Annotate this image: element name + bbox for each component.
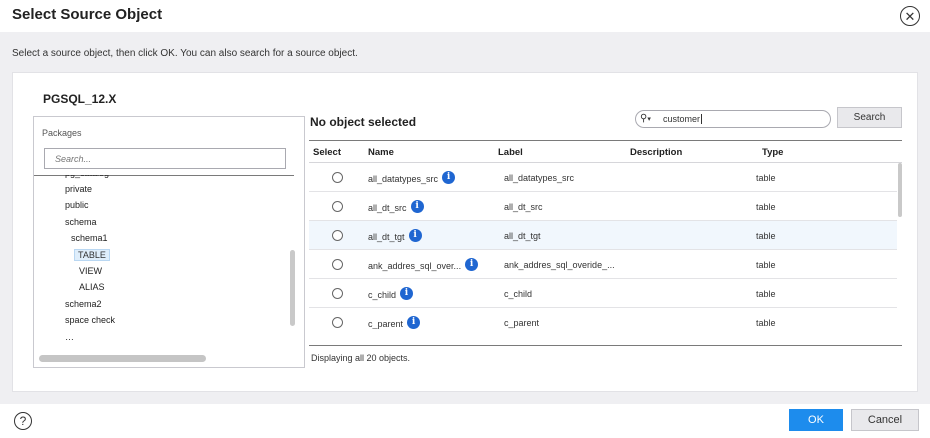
row-type: table [756, 202, 776, 212]
info-icon[interactable]: i [465, 258, 479, 271]
info-icon[interactable]: i [442, 171, 456, 184]
table-body: all_datatypes_src i all_datatypes_src tab… [309, 163, 902, 329]
objects-table: Select Name Label Description Type all_d… [309, 140, 902, 374]
row-label: c_child [504, 289, 533, 299]
row-type: table [756, 318, 776, 328]
row-select-radio[interactable] [332, 201, 343, 212]
selection-status: No object selected [310, 115, 417, 129]
table-vertical-scrollbar[interactable] [898, 163, 902, 217]
help-icon[interactable]: ? [14, 412, 32, 430]
column-header-description[interactable]: Description [630, 147, 682, 158]
row-label: all_dt_tgt [504, 231, 541, 241]
row-name: c_child i [368, 287, 414, 302]
dialog-title: Select Source Object [12, 6, 163, 23]
info-icon[interactable]: i [408, 229, 422, 242]
tree-item[interactable]: private [65, 184, 92, 194]
packages-label: Packages [42, 128, 82, 138]
cancel-button[interactable]: Cancel [851, 409, 919, 431]
tree-item[interactable]: schema1 [71, 233, 108, 243]
info-icon[interactable]: i [410, 200, 424, 213]
tree-horizontal-scrollbar[interactable] [39, 355, 206, 362]
row-type: table [756, 260, 776, 270]
row-type: table [756, 231, 776, 241]
row-label: all_dt_src [504, 202, 543, 212]
content-panel: PGSQL_12.X Packages pg_catalog private p… [12, 72, 918, 392]
column-header-select: Select [313, 147, 341, 158]
search-value: customer [663, 114, 703, 124]
package-tree: Packages pg_catalog private public schem… [33, 116, 305, 368]
info-icon[interactable]: i [400, 287, 414, 300]
row-name-text: c_child [368, 289, 397, 300]
table-row[interactable]: all_datatypes_src i all_datatypes_src tab… [309, 163, 897, 192]
row-type: table [756, 173, 776, 183]
dialog-body: Select a source object, then click OK. Y… [0, 32, 930, 404]
row-select-radio[interactable] [332, 288, 343, 299]
row-type: table [756, 289, 776, 299]
search-button[interactable]: Search [837, 107, 902, 128]
tree-item[interactable]: space check [65, 315, 115, 325]
table-bottom-border [309, 345, 902, 346]
ok-button[interactable]: OK [789, 409, 843, 431]
tree-item[interactable]: ALIAS [79, 282, 105, 292]
tree-item[interactable]: VIEW [79, 266, 102, 276]
object-search-input[interactable]: ⚲▾ customer [635, 110, 831, 128]
table-row[interactable]: c_child i c_child table [309, 279, 897, 308]
row-select-radio[interactable] [332, 230, 343, 241]
row-name-text: ank_addres_sql_over... [368, 260, 462, 271]
column-header-label[interactable]: Label [498, 147, 523, 158]
table-header: Select Name Label Description Type [309, 141, 902, 163]
instruction-text: Select a source object, then click OK. Y… [12, 48, 358, 59]
row-name: ank_addres_sql_over... i [368, 258, 479, 273]
tree-item[interactable]: schema [65, 217, 97, 227]
tree-item[interactable]: … [65, 332, 74, 342]
row-label: c_parent [504, 318, 540, 328]
dialog-header: Select Source Object ✕ [0, 0, 930, 32]
row-name-text: all_dt_tgt [368, 231, 405, 242]
tree-item[interactable]: pg_catalog [65, 175, 109, 178]
row-name-text: c_parent [368, 318, 404, 329]
table-row[interactable]: ank_addres_sql_over... i ank_addres_sql_o… [309, 250, 897, 279]
row-select-radio[interactable] [332, 317, 343, 328]
table-row[interactable]: all_dt_tgt i all_dt_tgt table [309, 221, 897, 250]
row-name: c_parent i [368, 316, 421, 329]
tree-item-selected[interactable]: TABLE [74, 249, 110, 261]
tree-item[interactable]: schema2 [65, 299, 102, 309]
row-label: ank_addres_sql_overide_... [504, 260, 615, 270]
column-header-name[interactable]: Name [368, 147, 394, 158]
table-row[interactable]: all_dt_src i all_dt_src table [309, 192, 897, 221]
row-name: all_dt_tgt i [368, 229, 422, 244]
info-icon[interactable]: i [407, 316, 421, 329]
connection-name: PGSQL_12.X [43, 92, 117, 106]
row-name: all_datatypes_src i [368, 171, 456, 186]
close-icon[interactable]: ✕ [900, 6, 920, 26]
tree-vertical-scrollbar[interactable] [290, 250, 295, 326]
row-select-radio[interactable] [332, 259, 343, 270]
object-count: Displaying all 20 objects. [311, 353, 411, 363]
row-select-radio[interactable] [332, 172, 343, 183]
tree-item[interactable]: public [65, 200, 89, 210]
row-name: all_dt_src i [368, 200, 424, 215]
package-search-input[interactable] [44, 148, 286, 169]
search-icon[interactable]: ⚲▾ [640, 114, 651, 124]
tree-list: pg_catalog private public schema schema1… [34, 175, 289, 351]
table-row[interactable]: c_parent i c_parent table [309, 308, 897, 329]
chevron-down-icon: ▾ [647, 116, 651, 123]
row-name-text: all_dt_src [368, 202, 407, 213]
row-name-text: all_datatypes_src [368, 173, 439, 184]
column-header-type[interactable]: Type [762, 147, 783, 158]
row-label: all_datatypes_src [504, 173, 575, 183]
